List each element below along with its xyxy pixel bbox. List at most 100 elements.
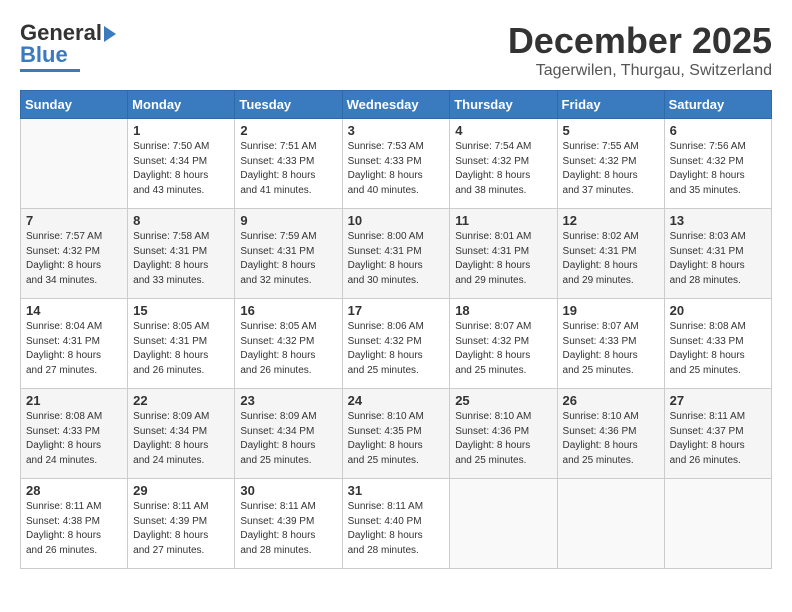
sunset-text: Sunset: 4:31 PM [348,246,422,257]
day-number: 28 [26,483,122,498]
sunset-text: Sunset: 4:31 PM [563,246,637,257]
day-info: Sunrise: 7:57 AMSunset: 4:32 PMDaylight:… [26,230,122,288]
sunrise-text: Sunrise: 8:10 AM [455,411,531,422]
day-number: 24 [348,393,445,408]
day-info: Sunrise: 8:10 AMSunset: 4:36 PMDaylight:… [563,410,659,468]
sunrise-text: Sunrise: 8:11 AM [348,501,423,512]
sunset-text: Sunset: 4:33 PM [670,336,744,347]
logo-arrow-icon [104,26,116,42]
weekday-header-tuesday: Tuesday [235,91,342,119]
day-number: 14 [26,303,122,318]
sunrise-text: Sunrise: 7:53 AM [348,141,424,152]
sunrise-text: Sunrise: 8:11 AM [670,411,745,422]
day-info: Sunrise: 8:11 AM Sunset: 4:39 PM Daylight:… [133,500,229,558]
day-number: 25 [455,393,551,408]
day-info: Sunrise: 7:56 AMSunset: 4:32 PMDaylight:… [670,140,766,198]
daylight-text: Daylight: 8 hoursand 26 minutes. [133,350,208,376]
calendar-cell: 5Sunrise: 7:55 AMSunset: 4:32 PMDaylight… [557,119,664,209]
calendar-cell: 12 Sunrise: 8:02 AMSunset: 4:31 PMDayligh… [557,209,664,299]
day-number: 12 [563,213,659,228]
day-number: 27 [670,393,766,408]
calendar-cell: 1Sunrise: 7:50 AMSunset: 4:34 PMDaylight… [128,119,235,209]
day-info: Sunrise: 8:06 AMSunset: 4:32 PMDaylight:… [348,320,445,378]
day-number: 22 [133,393,229,408]
logo: General Blue [20,20,116,72]
daylight-text: Daylight: 8 hoursand 25 minutes. [670,350,745,376]
calendar-cell: 6Sunrise: 7:56 AMSunset: 4:32 PMDaylight… [664,119,771,209]
sunrise-text: Sunrise: 8:08 AM [26,411,102,422]
calendar-cell: 7Sunrise: 7:57 AMSunset: 4:32 PMDaylight… [21,209,128,299]
sunrise-text: Sunrise: 8:09 AM [240,411,316,422]
day-info: Sunrise: 8:04 AMSunset: 4:31 PMDaylight:… [26,320,122,378]
day-number: 29 [133,483,229,498]
calendar-cell: 18Sunrise: 8:07 AMSunset: 4:32 PMDayligh… [450,299,557,389]
daylight-text: Daylight: 8 hoursand 32 minutes. [240,260,315,286]
sunrise-text: Sunrise: 7:58 AM [133,231,209,242]
day-number: 21 [26,393,122,408]
daylight-text: Daylight: 8 hoursand 27 minutes. [133,530,208,556]
sunset-text: Sunset: 4:31 PM [670,246,744,257]
sunrise-text: Sunrise: 7:56 AM [670,141,746,152]
sunset-text: Sunset: 4:31 PM [455,246,529,257]
calendar-cell: 13Sunrise: 8:03 AMSunset: 4:31 PMDayligh… [664,209,771,299]
sunset-text: Sunset: 4:32 PM [563,156,637,167]
sunrise-text: Sunrise: 8:11 AM [133,501,208,512]
calendar-week-row: 28 Sunrise: 8:11 AMSunset: 4:38 PMDayligh… [21,479,772,569]
day-number: 16 [240,303,336,318]
daylight-text: Daylight: 8 hoursand 28 minutes. [670,260,745,286]
calendar-cell: 19Sunrise: 8:07 AMSunset: 4:33 PMDayligh… [557,299,664,389]
day-info: Sunrise: 8:05 AMSunset: 4:32 PMDaylight:… [240,320,336,378]
daylight-text: Daylight: 8 hoursand 25 minutes. [348,440,423,466]
calendar-cell: 16 Sunrise: 8:05 AMSunset: 4:32 PMDayligh… [235,299,342,389]
day-info: Sunrise: 8:00 AMSunset: 4:31 PMDaylight:… [348,230,445,288]
calendar-cell [557,479,664,569]
calendar-cell: 11Sunrise: 8:01 AMSunset: 4:31 PMDayligh… [450,209,557,299]
sunrise-text: Sunrise: 8:09 AM [133,411,209,422]
sunrise-text: Sunrise: 7:57 AM [26,231,102,242]
weekday-header-monday: Monday [128,91,235,119]
day-info: Sunrise: 8:09 AMSunset: 4:34 PMDaylight:… [240,410,336,468]
daylight-text: Daylight: 8 hoursand 35 minutes. [670,170,745,196]
logo-blue-text: Blue [20,42,68,68]
day-info: Sunrise: 8:03 AMSunset: 4:31 PMDaylight:… [670,230,766,288]
sunset-text: Sunset: 4:34 PM [133,426,207,437]
calendar-cell: 28 Sunrise: 8:11 AMSunset: 4:38 PMDayligh… [21,479,128,569]
day-info: Sunrise: 8:11 AMSunset: 4:38 PMDaylight:… [26,500,122,558]
daylight-text: Daylight: 8 hoursand 27 minutes. [26,350,101,376]
calendar-cell: 24Sunrise: 8:10 AMSunset: 4:35 PMDayligh… [342,389,450,479]
sunrise-text: Sunrise: 8:06 AM [348,321,424,332]
calendar-cell: 4Sunrise: 7:54 AMSunset: 4:32 PMDaylight… [450,119,557,209]
sunset-text: Sunset: 4:33 PM [240,156,314,167]
daylight-text: Daylight: 8 hoursand 28 minutes. [240,530,315,556]
daylight-text: Daylight: 8 hoursand 25 minutes. [563,440,638,466]
sunset-text: Sunset: 4:39 PM [133,516,207,527]
calendar-cell: 14 Sunrise: 8:04 AMSunset: 4:31 PMDayligh… [21,299,128,389]
day-info: Sunrise: 7:50 AMSunset: 4:34 PMDaylight:… [133,140,229,198]
sunset-text: Sunset: 4:32 PM [26,246,100,257]
weekday-header-friday: Friday [557,91,664,119]
day-info: Sunrise: 8:11 AMSunset: 4:39 PMDaylight:… [240,500,336,558]
calendar-cell: 2Sunrise: 7:51 AMSunset: 4:33 PMDaylight… [235,119,342,209]
day-info: Sunrise: 8:05 AMSunset: 4:31 PMDaylight:… [133,320,229,378]
calendar-cell: 29 Sunrise: 8:11 AM Sunset: 4:39 PM Dayligh… [128,479,235,569]
calendar-cell: 26 Sunrise: 8:10 AMSunset: 4:36 PMDayligh… [557,389,664,479]
day-info: Sunrise: 8:11 AMSunset: 4:40 PMDaylight:… [348,500,445,558]
day-number: 7 [26,213,122,228]
calendar-cell: 3Sunrise: 7:53 AMSunset: 4:33 PMDaylight… [342,119,450,209]
sunrise-text: Sunrise: 8:10 AM [563,411,639,422]
sunset-text: Sunset: 4:33 PM [26,426,100,437]
day-info: Sunrise: 8:01 AMSunset: 4:31 PMDaylight:… [455,230,551,288]
calendar-cell: 27Sunrise: 8:11 AMSunset: 4:37 PMDayligh… [664,389,771,479]
calendar-week-row: 7 Sunrise: 7:57 AM Sunset: 4:32 PM Daylight… [21,209,772,299]
day-info: Sunrise: 8:02 AMSunset: 4:31 PMDaylight:… [563,230,659,288]
day-number: 26 [563,393,659,408]
sunset-text: Sunset: 4:31 PM [133,246,207,257]
daylight-text: Daylight: 8 hoursand 25 minutes. [455,440,530,466]
sunset-text: Sunset: 4:33 PM [563,336,637,347]
daylight-text: Daylight: 8 hoursand 25 minutes. [455,350,530,376]
daylight-text: Daylight: 8 hoursand 28 minutes. [348,530,423,556]
sunrise-text: Sunrise: 7:55 AM [563,141,639,152]
calendar-cell: 9Sunrise: 7:59 AMSunset: 4:31 PMDaylight… [235,209,342,299]
calendar-cell: 31Sunrise: 8:11 AMSunset: 4:40 PMDayligh… [342,479,450,569]
daylight-text: Daylight: 8 hoursand 29 minutes. [563,260,638,286]
